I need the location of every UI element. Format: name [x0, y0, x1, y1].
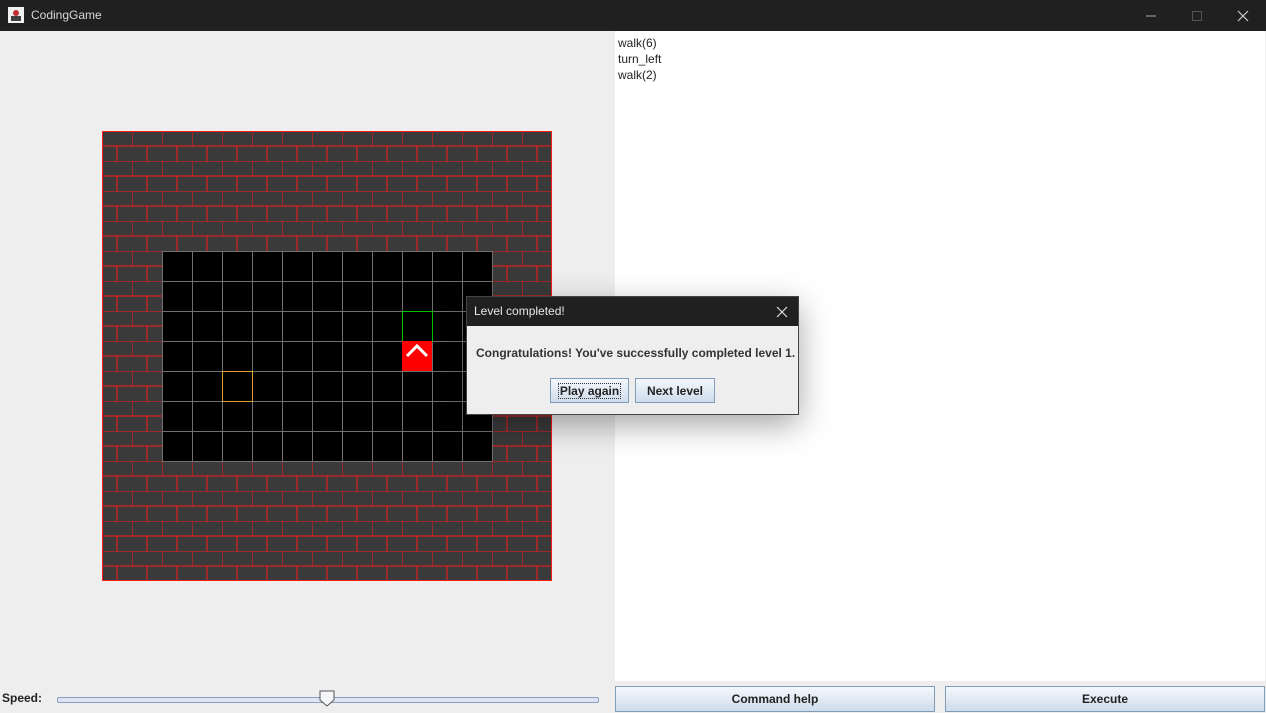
window-title: CodingGame	[31, 8, 102, 22]
execute-button[interactable]: Execute	[945, 686, 1265, 712]
maximize-icon	[1192, 10, 1202, 21]
minimize-button[interactable]	[1128, 0, 1174, 31]
speed-slider-thumb[interactable]	[319, 690, 335, 707]
close-icon	[776, 306, 788, 318]
code-line: walk(2)	[618, 68, 657, 82]
title-bar: CodingGame	[0, 0, 1266, 31]
close-icon	[1237, 10, 1249, 21]
execute-label: Execute	[1081, 692, 1129, 706]
code-line: walk(6)	[618, 36, 657, 50]
dialog-message: Congratulations! You've successfully com…	[476, 346, 796, 360]
next-level-label: Next level	[646, 383, 704, 398]
robot-icon	[402, 341, 432, 371]
maximize-button[interactable]	[1174, 0, 1220, 31]
dialog-close-button[interactable]	[770, 301, 794, 323]
code-line: turn_left	[618, 52, 662, 66]
play-again-button[interactable]: Play again	[550, 378, 629, 403]
command-help-label: Command help	[731, 692, 819, 706]
command-help-button[interactable]: Command help	[615, 686, 935, 712]
dialog-title-bar: Level completed!	[467, 297, 798, 326]
app-logo-icon	[8, 7, 24, 23]
floor-area	[162, 251, 492, 461]
speed-label: Speed:	[2, 691, 43, 705]
close-button[interactable]	[1220, 0, 1266, 31]
minimize-icon	[1146, 15, 1156, 16]
play-again-label: Play again	[557, 382, 622, 399]
dialog-title: Level completed!	[474, 304, 565, 318]
next-level-button[interactable]: Next level	[635, 378, 715, 403]
level-completed-dialog: Level completed! Congratulations! You've…	[466, 296, 799, 415]
